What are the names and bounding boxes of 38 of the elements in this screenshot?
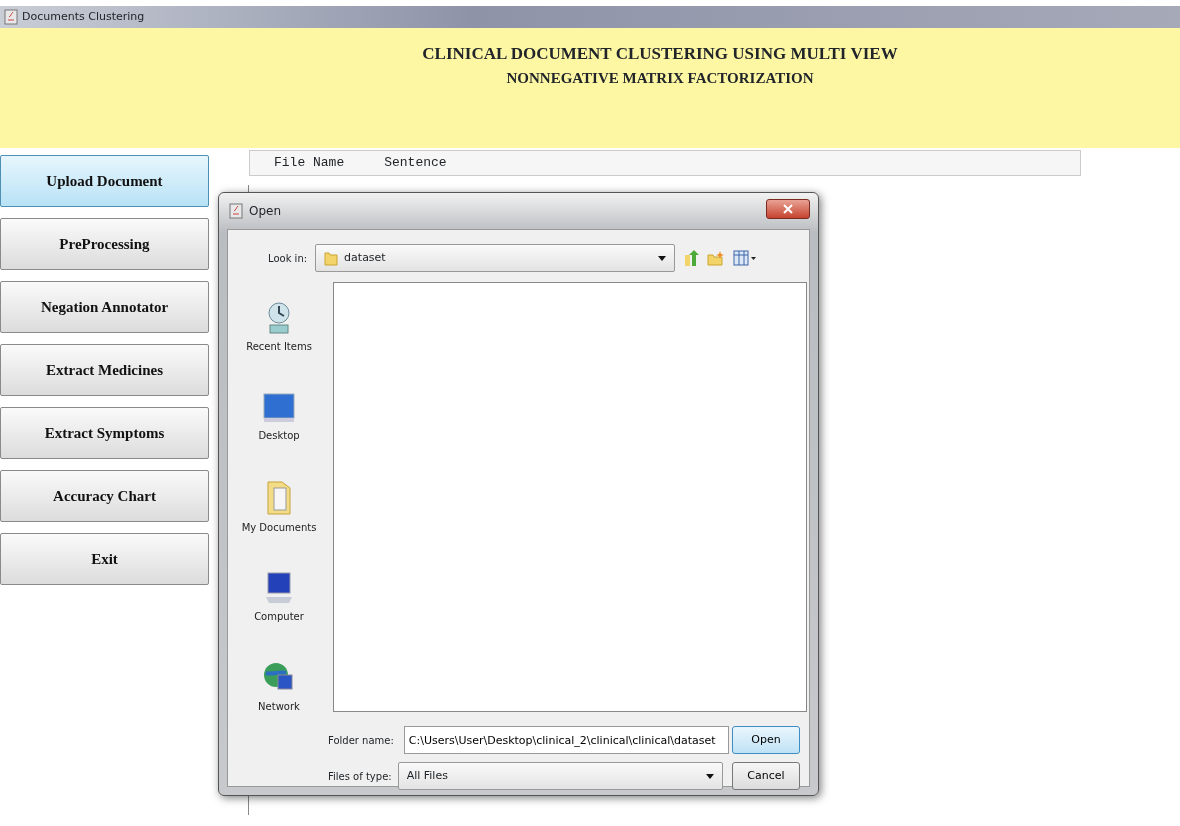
place-button[interactable]: Desktop bbox=[236, 372, 322, 462]
cancel-button[interactable]: Cancel bbox=[732, 762, 800, 790]
sidebar-button[interactable]: Accuracy Chart bbox=[0, 470, 209, 522]
look-in-dropdown[interactable]: dataset bbox=[315, 244, 676, 272]
sidebar-button[interactable]: PreProcessing bbox=[0, 218, 209, 270]
column-header: Sentence bbox=[383, 154, 447, 173]
open-button[interactable]: Open bbox=[732, 726, 800, 754]
documents-icon bbox=[266, 479, 292, 516]
file-type-label: Files of type: bbox=[328, 769, 392, 784]
up-folder-icon[interactable] bbox=[683, 249, 700, 267]
file-type-dropdown[interactable]: All Files bbox=[397, 762, 723, 790]
sidebar-button[interactable]: Negation Annotator bbox=[0, 281, 209, 333]
java-icon bbox=[4, 9, 18, 25]
place-button[interactable]: Network bbox=[236, 642, 322, 732]
caret-icon bbox=[658, 255, 667, 261]
header-title: NONNEGATIVE MATRIX FACTORIZATION bbox=[506, 69, 814, 88]
place-button[interactable]: My Documents bbox=[236, 462, 322, 552]
view-menu-icon[interactable] bbox=[733, 250, 758, 266]
place-button[interactable]: Recent Items bbox=[236, 282, 322, 372]
caret-icon bbox=[705, 773, 714, 779]
folder-icon bbox=[324, 250, 339, 266]
folder-name-field[interactable]: C:\Users\User\Desktop\clinical_2\clinical\clinical\dataset bbox=[403, 726, 729, 754]
new-folder-icon[interactable] bbox=[707, 250, 726, 266]
desktop-icon bbox=[262, 391, 296, 424]
java-icon bbox=[229, 203, 243, 219]
sidebar-button[interactable]: Exit bbox=[0, 533, 209, 585]
sidebar-button[interactable]: Extract Medicines bbox=[0, 344, 209, 396]
close-button[interactable] bbox=[766, 199, 810, 219]
look-in-label: Look in: bbox=[268, 251, 308, 266]
close-icon bbox=[783, 204, 793, 214]
sidebar-button[interactable]: Extract Symptoms bbox=[0, 407, 209, 459]
window-title: Documents Clustering bbox=[22, 8, 145, 25]
column-header: File Name bbox=[273, 154, 345, 173]
sidebar-button[interactable]: Upload Document bbox=[0, 155, 209, 207]
place-button[interactable]: Computer bbox=[236, 552, 322, 642]
dialog-title: Open bbox=[249, 203, 282, 220]
header-title: CLINICAL DOCUMENT CLUSTERING USING MULTI VIEW bbox=[422, 43, 898, 65]
folder-name-label: Folder name: bbox=[328, 733, 394, 748]
